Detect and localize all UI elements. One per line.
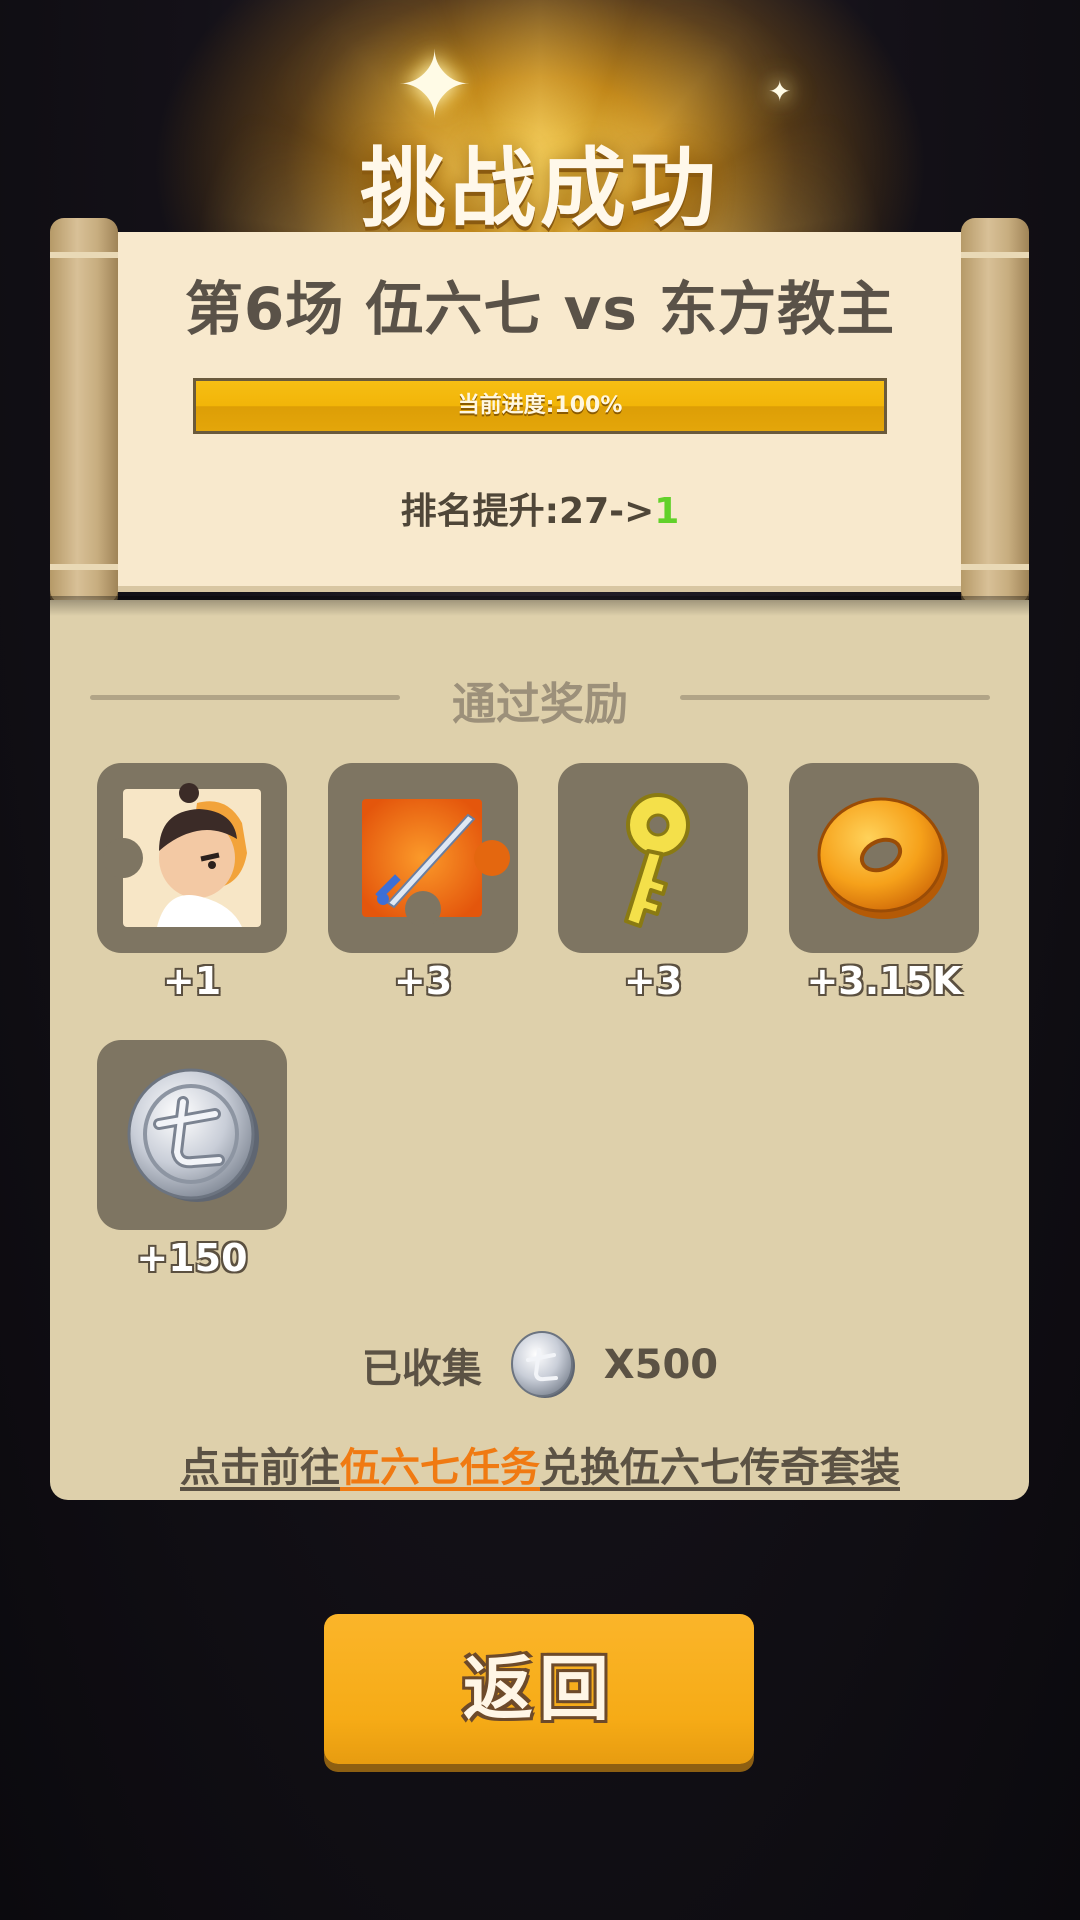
rank-prefix: 排名提升:27->: [400, 491, 655, 532]
panel-shadow: [50, 596, 1029, 616]
task-link-highlight[interactable]: 伍六七任务: [340, 1445, 540, 1491]
progress-bar: 当前进度:100%: [193, 378, 887, 434]
task-link-prefix: 点击前往: [180, 1445, 340, 1491]
reward-amount: +3.15K: [806, 959, 962, 1003]
rewards-section-title: 通过奖励: [452, 679, 628, 730]
character-puzzle-icon: [97, 763, 287, 953]
silver-seven-coin-icon: [97, 1040, 287, 1230]
progress-label: 当前进度:100%: [457, 393, 623, 418]
silver-seven-coin-icon: [510, 1331, 575, 1398]
sword-puzzle-icon: [328, 763, 518, 953]
collected-label: 已收集: [361, 1346, 482, 1392]
reward-item[interactable]: +1: [97, 763, 287, 1003]
task-link[interactable]: 点击前往伍六七任务兑换伍六七传奇套装: [0, 1435, 1080, 1493]
collected-count: X500: [603, 1342, 719, 1388]
reward-item[interactable]: +3.15K: [789, 763, 979, 1003]
rank-change: 排名提升:27->1: [0, 482, 1080, 534]
reward-amount: +3: [623, 959, 683, 1003]
reward-amount: +1: [162, 959, 222, 1003]
key-icon: [558, 763, 748, 953]
rank-new-value: 1: [654, 491, 680, 532]
reward-item[interactable]: +3: [328, 763, 518, 1003]
back-button[interactable]: 返回: [324, 1614, 754, 1764]
gold-coin-icon: [789, 763, 979, 953]
reward-amount: +150: [136, 1236, 248, 1280]
reward-amount: +3: [393, 959, 453, 1003]
match-title: 第6场 伍六七 vs 东方教主: [184, 275, 896, 343]
task-link-suffix: 兑换伍六七传奇套装: [540, 1445, 900, 1491]
result-title: 挑战成功: [360, 139, 720, 239]
reward-item[interactable]: +150: [97, 1040, 287, 1280]
result-screen: ✦ ✦ 挑战成功 第6场 伍六七 vs 东方教主 当前进度:100% 排名提升:…: [0, 0, 1080, 1920]
reward-item[interactable]: +3: [558, 763, 748, 1003]
sparkle-icon: ✦: [768, 75, 792, 108]
collected-counter: 已收集 X500: [0, 1330, 1080, 1400]
